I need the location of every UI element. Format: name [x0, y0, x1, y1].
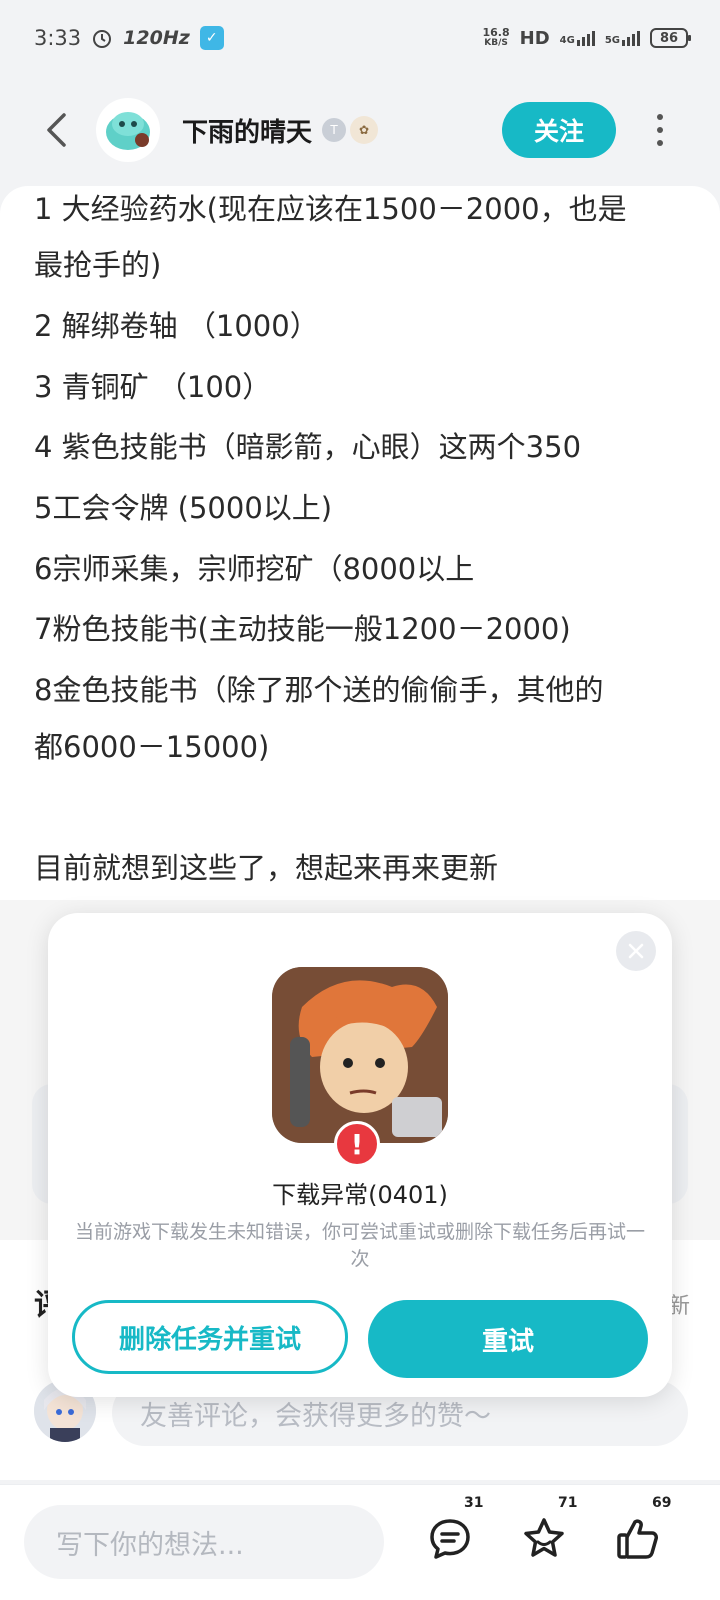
user-avatar[interactable]: [96, 98, 160, 162]
retry-button[interactable]: 重试: [368, 1300, 648, 1378]
like-button[interactable]: 69: [612, 1495, 671, 1565]
signal-4g-icon: 4G: [560, 30, 595, 46]
level-badge-icon: T: [322, 118, 347, 142]
hd-indicator: HD: [519, 27, 550, 49]
more-options-button[interactable]: [650, 110, 670, 150]
post-line: 目前就想到这些了，想起来再来更新: [34, 851, 499, 885]
post-line: 7粉色技能书(主动技能一般1200－2000): [34, 612, 571, 646]
more-dot-icon: [657, 114, 663, 120]
more-dot-icon: [657, 127, 663, 133]
more-dot-icon: [657, 140, 663, 146]
favorite-count: 71: [558, 1495, 578, 1511]
shield-icon: ✓: [199, 26, 224, 50]
post-line: 5工会令牌 (5000以上): [34, 491, 333, 525]
refresh-rate: 120Hz: [123, 27, 190, 49]
star-icon: [524, 1518, 564, 1557]
post-line: 8金色技能书（除了那个送的偷偷手，其他的: [34, 673, 604, 707]
error-icon: !: [334, 1121, 380, 1167]
post-line: 都6000－15000): [34, 730, 270, 764]
bottom-action-bar: 写下你的想法... 31 71 69: [0, 1484, 720, 1600]
comment-icon: [430, 1519, 470, 1559]
comment-button[interactable]: 31: [424, 1495, 483, 1565]
favorite-button[interactable]: 71: [518, 1495, 577, 1565]
alarm-icon: [93, 30, 112, 48]
write-thought-input[interactable]: 写下你的想法...: [24, 1505, 384, 1579]
medal-badge-icon: ✿: [350, 116, 379, 144]
follow-button[interactable]: 关注: [502, 102, 616, 158]
close-button[interactable]: [616, 931, 656, 971]
post-line: 1 大经验药水(现在应该在1500－2000，也是: [34, 192, 627, 226]
chevron-left-icon: [47, 113, 66, 147]
post-line: 最抢手的): [34, 248, 162, 282]
dialog-description: 当前游戏下载发生未知错误，你可尝试重试或删除下载任务后再试一次: [74, 1221, 645, 1270]
game-icon: [272, 967, 448, 1143]
back-button[interactable]: [36, 110, 76, 150]
comment-count: 31: [464, 1495, 484, 1511]
post-line: 4 紫色技能书（暗影箭，心眼）这两个350: [34, 430, 582, 464]
signal-5g-icon: 5G: [605, 30, 640, 46]
dialog-title: 下载异常(0401): [272, 1181, 448, 1209]
thumbs-up-icon: [617, 1519, 658, 1559]
delete-and-retry-button[interactable]: 删除任务并重试: [72, 1300, 348, 1374]
battery-icon: 86: [650, 28, 691, 48]
download-error-dialog: ! 下载异常(0401) 当前游戏下载发生未知错误，你可尝试重试或删除下载任务后…: [48, 913, 672, 1397]
net-speed: 16.8 KB/S: [482, 26, 510, 48]
username[interactable]: 下雨的晴天: [182, 112, 312, 149]
like-count: 69: [652, 1495, 672, 1511]
status-time: 3:33: [34, 26, 82, 50]
post-line: 6宗师采集，宗师挖矿（8000以上: [34, 552, 475, 586]
post-line: 2 解绑卷轴 （1000）: [34, 309, 319, 343]
close-icon: [628, 943, 644, 959]
avatar-image: [106, 112, 150, 150]
status-bar: 3:33 120Hz ✓ 16.8 KB/S HD 4G 5G 86: [0, 0, 720, 76]
post-line: 3 青铜矿 （100）: [34, 370, 272, 404]
top-nav: 下雨的晴天 T ✿ 关注: [0, 90, 720, 170]
game-artwork: [272, 967, 448, 1143]
